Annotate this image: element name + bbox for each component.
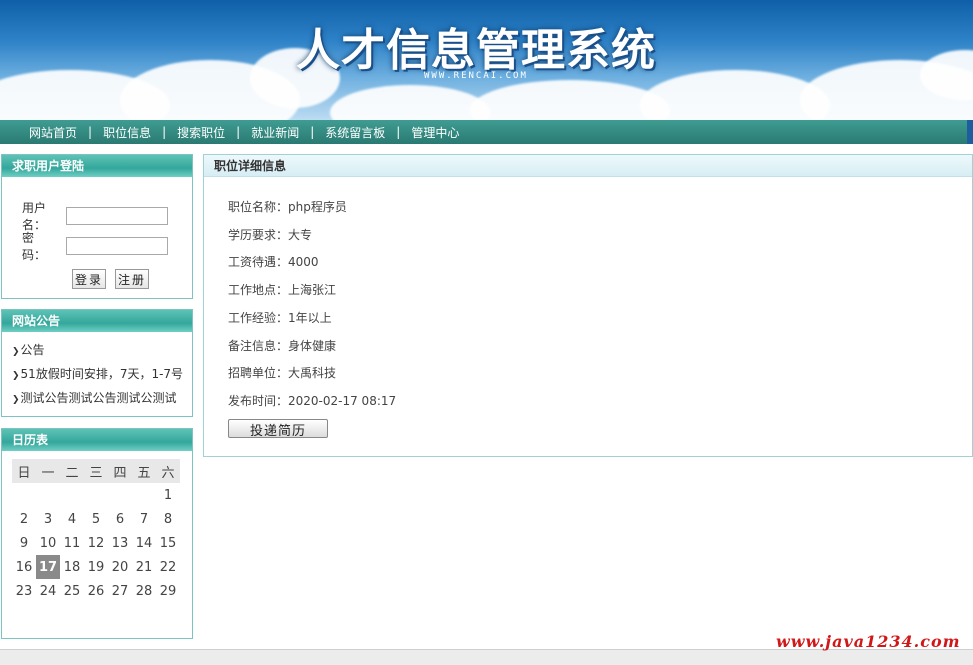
- nav-home[interactable]: 网站首页: [18, 124, 88, 141]
- calendar-day[interactable]: 7: [132, 507, 156, 531]
- job-field-remarks: 备注信息：身体健康: [228, 339, 337, 353]
- nav-news[interactable]: 就业新闻: [240, 124, 310, 141]
- calendar-day[interactable]: 29: [156, 579, 180, 603]
- calendar-table: 日一二三四五六 1 2 3 4 5 6 7 8 9 10 11 12 13 14 15 16 17 18 19 20 2…: [12, 459, 180, 603]
- calendar-day[interactable]: 14: [132, 531, 156, 555]
- login-panel: 求职用户登陆 用户名： 密 码： 登录 注册: [1, 154, 193, 299]
- calendar-day[interactable]: 26: [84, 579, 108, 603]
- arrow-right-icon: ❯: [12, 347, 20, 357]
- calendar-day[interactable]: 13: [108, 531, 132, 555]
- calendar-weekday: 二: [60, 459, 84, 483]
- calendar-day[interactable]: 1: [156, 483, 180, 507]
- calendar-day[interactable]: 5: [84, 507, 108, 531]
- calendar-day[interactable]: 9: [12, 531, 36, 555]
- calendar-day[interactable]: 3: [36, 507, 60, 531]
- calendar-day[interactable]: 17: [36, 555, 60, 579]
- calendar-day[interactable]: 10: [36, 531, 60, 555]
- calendar-weekday: 四: [108, 459, 132, 483]
- job-field-name: 职位名称：php程序员: [228, 200, 347, 214]
- job-field-education: 学历要求：大专: [228, 228, 313, 242]
- calendar-weekday: 日: [12, 459, 36, 483]
- calendar-empty-cell: [60, 483, 84, 507]
- apply-resume-button[interactable]: 投递简历: [228, 419, 328, 439]
- calendar-weekday: 六: [156, 459, 180, 483]
- calendar-day[interactable]: 18: [60, 555, 84, 579]
- arrow-right-icon: ❯: [12, 395, 20, 405]
- calendar-day[interactable]: 20: [108, 555, 132, 579]
- login-button[interactable]: 登录: [72, 269, 106, 289]
- calendar-day[interactable]: 22: [156, 555, 180, 579]
- calendar-day[interactable]: 12: [84, 531, 108, 555]
- calendar-day[interactable]: 19: [84, 555, 108, 579]
- calendar-day[interactable]: 2: [12, 507, 36, 531]
- calendar-day[interactable]: 8: [156, 507, 180, 531]
- calendar-panel: 日历表 日一二三四五六 1 2 3 4 5 6 7 8 9 10 11 12 13 14 15 16 17 18 1…: [1, 428, 193, 639]
- calendar-empty-cell: [12, 483, 36, 507]
- nav-jobs[interactable]: 职位信息: [92, 124, 162, 141]
- arrow-right-icon: ❯: [12, 371, 20, 381]
- job-field-experience: 工作经验：1年以上: [228, 311, 332, 325]
- calendar-empty-cell: [36, 483, 60, 507]
- calendar-weekday: 五: [132, 459, 156, 483]
- site-url: WWW.RENCAI.COM: [424, 71, 528, 81]
- top-nav: 网站首页 | 职位信息 | 搜索职位 | 就业新闻 | 系统留言板 | 管理中心: [0, 120, 973, 144]
- calendar-day[interactable]: 24: [36, 579, 60, 603]
- notice-item[interactable]: ❯测试公告测试公告测试公测试: [12, 386, 192, 410]
- nav-guestbook[interactable]: 系统留言板: [314, 124, 396, 141]
- calendar-weekday: 三: [84, 459, 108, 483]
- job-detail-panel: 职位详细信息 职位名称：php程序员 学历要求：大专 工资待遇：4000 工作地…: [203, 154, 973, 457]
- notice-panel: 网站公告 ❯公告 ❯51放假时间安排，7天，1-7号 ❯测试公告测试公告测试公测…: [1, 309, 193, 417]
- calendar-day[interactable]: 15: [156, 531, 180, 555]
- login-panel-title: 求职用户登陆: [2, 155, 192, 177]
- notice-item[interactable]: ❯51放假时间安排，7天，1-7号: [12, 362, 192, 386]
- calendar-empty-cell: [132, 483, 156, 507]
- calendar-day[interactable]: 27: [108, 579, 132, 603]
- nav-admin[interactable]: 管理中心: [400, 124, 470, 141]
- calendar-panel-title: 日历表: [2, 429, 192, 451]
- job-field-location: 工作地点：上海张江: [228, 283, 337, 297]
- calendar-empty-cell: [108, 483, 132, 507]
- job-detail-title: 职位详细信息: [204, 155, 972, 177]
- password-label: 密 码：: [22, 231, 47, 262]
- calendar-day[interactable]: 4: [60, 507, 84, 531]
- job-field-salary: 工资待遇：4000: [228, 255, 319, 269]
- calendar-day[interactable]: 6: [108, 507, 132, 531]
- register-button[interactable]: 注册: [115, 269, 149, 289]
- calendar-empty-cell: [84, 483, 108, 507]
- username-input[interactable]: [66, 207, 168, 225]
- calendar-day[interactable]: 23: [12, 579, 36, 603]
- calendar-day[interactable]: 11: [60, 531, 84, 555]
- username-label: 用户名：: [22, 201, 47, 232]
- job-field-published: 发布时间：2020-02-17 08:17: [228, 394, 397, 408]
- notice-item[interactable]: ❯公告: [12, 338, 192, 362]
- notice-panel-title: 网站公告: [2, 310, 192, 332]
- calendar-day[interactable]: 28: [132, 579, 156, 603]
- footer-bar: [0, 649, 973, 665]
- site-title: 人才信息管理系统: [296, 25, 656, 76]
- calendar-day[interactable]: 25: [60, 579, 84, 603]
- password-input[interactable]: [66, 237, 168, 255]
- job-field-company: 招聘单位：大禹科技: [228, 366, 337, 380]
- nav-search-jobs[interactable]: 搜索职位: [166, 124, 236, 141]
- calendar-day[interactable]: 16: [12, 555, 36, 579]
- calendar-weekday: 一: [36, 459, 60, 483]
- header-banner: 人才信息管理系统 WWW.RENCAI.COM: [0, 0, 973, 120]
- watermark: www.java1234.com: [776, 632, 961, 651]
- calendar-day[interactable]: 21: [132, 555, 156, 579]
